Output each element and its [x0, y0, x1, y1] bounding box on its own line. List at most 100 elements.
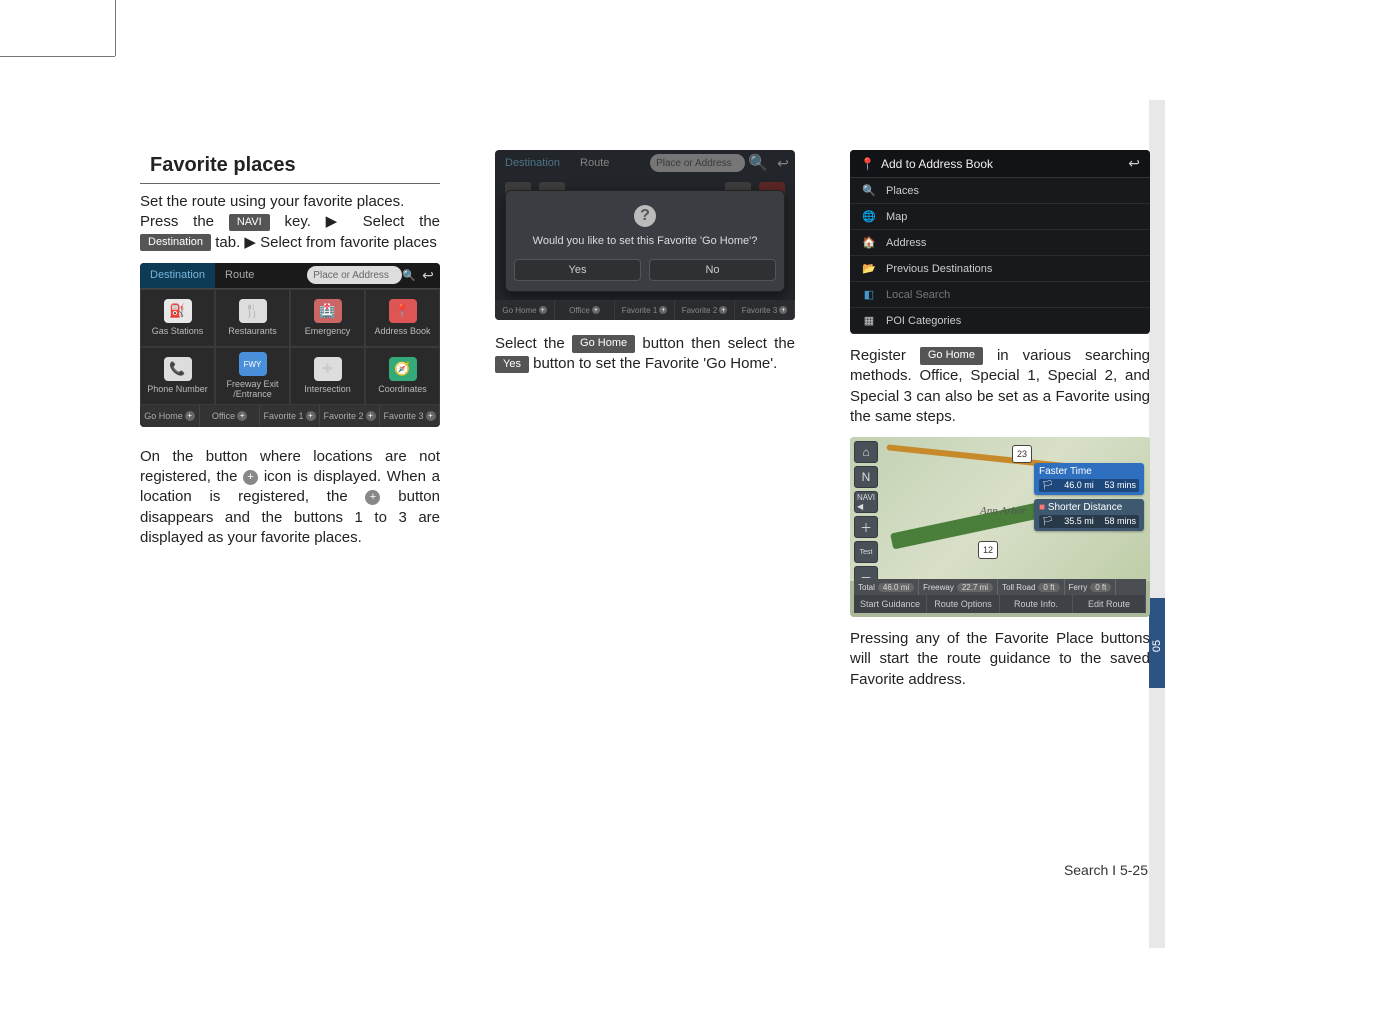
section-tab-rail: 05	[1149, 100, 1165, 948]
s4-scale-button[interactable]: Test	[854, 541, 878, 563]
s1-magnifier-icon[interactable]: 🔍	[402, 269, 416, 282]
col1-p1b-mid: key. ▶ Select the	[284, 213, 440, 230]
s3-item-previous[interactable]: 📂Previous Destinations	[850, 256, 1150, 282]
s2-back-icon: ↩	[771, 155, 795, 172]
col3-p1a: Register	[850, 347, 920, 364]
screenshot-route-map: Ann Arbor 23 12 ⌂ N NAVI◀ ＋ Test － Faste…	[850, 437, 1150, 617]
s4-edit-route-button[interactable]: Edit Route	[1073, 595, 1146, 613]
page-footer: Search I 5-25	[1064, 862, 1148, 878]
local-search-icon: ◧	[862, 288, 876, 301]
s1-grid: ⛽Gas Stations 🍴Restaurants 🏥Emergency 📍A…	[140, 289, 440, 405]
route-shield-icon: 23	[1012, 445, 1032, 463]
s1-cell-freeway[interactable]: FWYFreeway Exit /Entrance	[215, 347, 290, 405]
s4-sum-freeway: Freeway22.7 mi	[919, 579, 998, 595]
column-2: Destination Route Place or Address 🔍 ↩ ?…	[495, 150, 795, 690]
s4-sum-total: Total46.0 mi	[854, 579, 919, 595]
plus-icon: +	[426, 411, 436, 421]
s2-buttons: Yes No	[514, 259, 776, 281]
section-heading: Favorite places	[140, 150, 440, 184]
col3-paragraph-1: Register Go Home in various searching me…	[850, 346, 1150, 427]
s4-route-options: Faster Time 🏳46.0 mi53 mins ■ Shorter Di…	[1034, 463, 1144, 531]
col1-paragraph-2: On the button where locations are not re…	[140, 447, 440, 548]
s4-home-button[interactable]: ⌂	[854, 441, 878, 463]
s2-header: Destination Route Place or Address 🔍 ↩	[495, 150, 795, 176]
s1-cell-phone[interactable]: 📞Phone Number	[140, 347, 215, 405]
s3-item-local-search[interactable]: ◧Local Search	[850, 282, 1150, 308]
s4-sum-ferry: Ferry0 ft	[1065, 579, 1117, 595]
section-tab-number: 05	[1151, 638, 1163, 654]
s1-cell-coordinates[interactable]: 🧭Coordinates	[365, 347, 440, 405]
s1-fav-office[interactable]: Office+	[200, 405, 260, 427]
s2-tab-destination: Destination	[495, 157, 570, 169]
flag-icon: 🏳	[1042, 516, 1053, 527]
s4-opt-faster[interactable]: Faster Time 🏳46.0 mi53 mins	[1034, 463, 1144, 495]
plus-icon: +	[365, 490, 380, 505]
s4-sum-toll: Toll Road0 ft	[998, 579, 1064, 595]
s4-navi-audio-button[interactable]: NAVI◀	[854, 491, 878, 513]
s1-search-placeholder: Place or Address	[313, 270, 389, 281]
s4-opt-shorter[interactable]: ■ Shorter Distance 🏳35.5 mi58 mins	[1034, 499, 1144, 531]
col3-paragraph-2: Pressing any of the Favorite Place butto…	[850, 629, 1150, 690]
s3-header: 📍 Add to Address Book ↩	[850, 150, 1150, 178]
s1-search-pill[interactable]: Place or Address	[307, 266, 402, 284]
flag-icon: 🏳	[1042, 480, 1053, 491]
s4-side-buttons: ⌂ N NAVI◀ ＋ Test －	[854, 441, 878, 588]
col1-p1b-pre: Press the	[140, 213, 229, 230]
s2-no-button[interactable]: No	[649, 259, 776, 281]
s1-header: Destination Route Place or Address 🔍 ↩	[140, 263, 440, 289]
navi-key-button: NAVI	[229, 214, 270, 231]
plus-icon: +	[237, 411, 247, 421]
s1-cell-restaurants[interactable]: 🍴Restaurants	[215, 289, 290, 347]
s1-cell-emergency[interactable]: 🏥Emergency	[290, 289, 365, 347]
plus-icon: +	[243, 470, 258, 485]
col1-paragraph-1: Set the route using your favorite places…	[140, 192, 440, 253]
s2-message: Would you like to set this Favorite 'Go …	[514, 235, 776, 247]
col1-p1b-post: tab. ▶ Select from favorite places	[215, 234, 437, 251]
s2-fav-gohome: Go Home+	[495, 300, 555, 320]
s3-item-places[interactable]: 🔍Places	[850, 178, 1150, 204]
s2-fav-2: Favorite 2+	[675, 300, 735, 320]
s2-fav-1: Favorite 1+	[615, 300, 675, 320]
col2-p1a: Select the	[495, 335, 572, 352]
s4-bottom-bar: Start Guidance Route Options Route Info.…	[854, 595, 1146, 613]
folder-icon: 📂	[862, 262, 876, 275]
s3-item-poi[interactable]: ▦POI Categories	[850, 308, 1150, 334]
plus-icon: +	[306, 411, 316, 421]
s1-cell-intersection[interactable]: ✚Intersection	[290, 347, 365, 405]
pin-icon: 📍	[860, 157, 875, 171]
s4-start-guidance-button[interactable]: Start Guidance	[854, 595, 927, 613]
s4-city-label: Ann Arbor	[980, 505, 1027, 517]
s1-fav-gohome[interactable]: Go Home+	[140, 405, 200, 427]
s1-cell-gas[interactable]: ⛽Gas Stations	[140, 289, 215, 347]
s1-back-icon[interactable]: ↩	[416, 267, 440, 284]
s3-item-map[interactable]: 🌐Map	[850, 204, 1150, 230]
s4-route-info-button[interactable]: Route Info.	[1000, 595, 1073, 613]
s1-fav-1[interactable]: Favorite 1+	[260, 405, 320, 427]
s1-tab-route[interactable]: Route	[215, 263, 264, 288]
gohome-button: Go Home	[920, 347, 983, 364]
col1-p1a: Set the route using your favorite places…	[140, 193, 404, 210]
s4-summary-bar: Total46.0 mi Freeway22.7 mi Toll Road0 f…	[854, 579, 1146, 595]
yes-button: Yes	[495, 356, 529, 373]
col2-paragraph-1: Select the Go Home button then select th…	[495, 334, 795, 375]
s2-yes-button[interactable]: Yes	[514, 259, 641, 281]
gohome-button: Go Home	[572, 335, 635, 352]
column-3: 📍 Add to Address Book ↩ 🔍Places 🌐Map 🏠Ad…	[850, 150, 1150, 690]
s2-fav-3: Favorite 3+	[735, 300, 795, 320]
s3-item-address[interactable]: 🏠Address	[850, 230, 1150, 256]
crop-mark-v	[115, 0, 116, 56]
s1-fav-2[interactable]: Favorite 2+	[320, 405, 380, 427]
s3-title: Add to Address Book	[881, 157, 993, 171]
s4-zoom-in-button[interactable]: ＋	[854, 516, 878, 538]
plus-icon: +	[185, 411, 195, 421]
s1-tab-destination[interactable]: Destination	[140, 263, 215, 288]
s1-fav-row: Go Home+ Office+ Favorite 1+ Favorite 2+…	[140, 405, 440, 427]
destination-tab-button: Destination	[140, 234, 211, 251]
route-shield-icon: 12	[978, 541, 998, 559]
s1-cell-addressbook[interactable]: 📍Address Book	[365, 289, 440, 347]
crop-mark-h	[0, 56, 115, 57]
s4-north-button[interactable]: N	[854, 466, 878, 488]
s1-fav-3[interactable]: Favorite 3+	[380, 405, 440, 427]
s4-route-options-button[interactable]: Route Options	[927, 595, 1000, 613]
s3-back-icon[interactable]: ↩	[1128, 155, 1140, 172]
